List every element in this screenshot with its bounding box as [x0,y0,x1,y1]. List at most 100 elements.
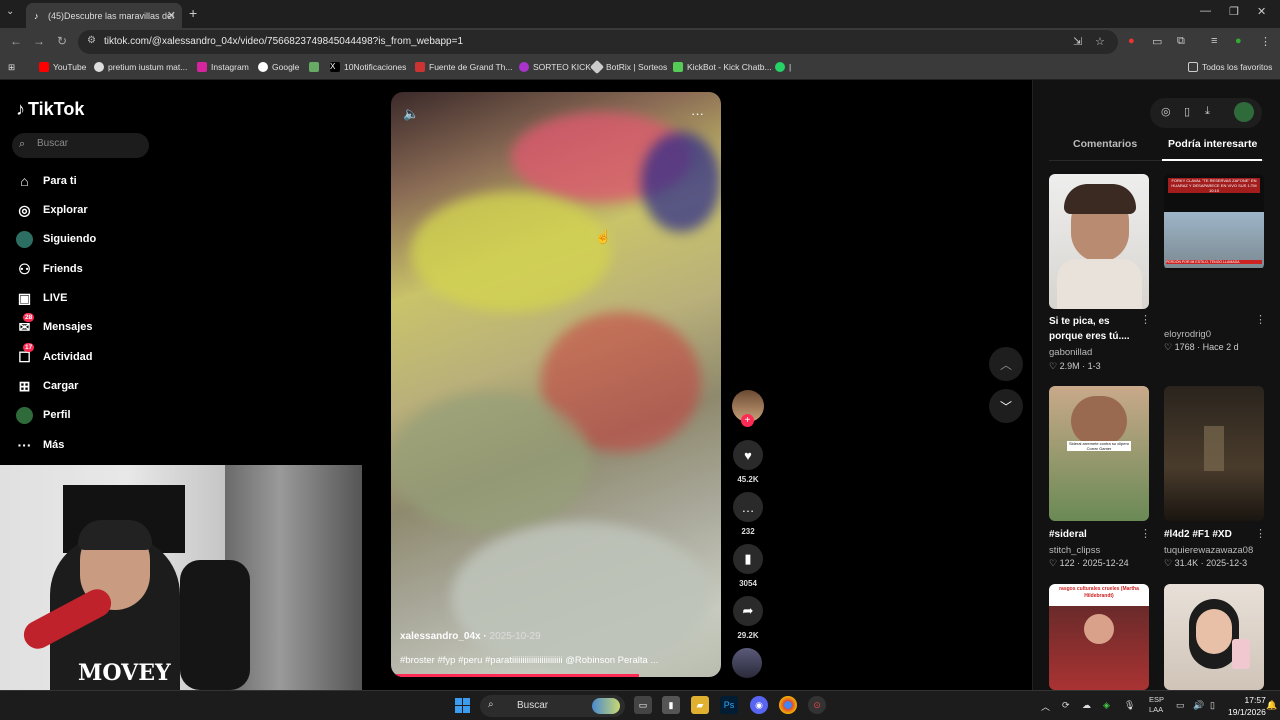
install-app-icon[interactable]: ⇲ [1073,35,1082,48]
clock[interactable]: 17:57 19/1/2026 [1228,694,1266,718]
battery-icon[interactable]: ▯ [1210,700,1215,711]
tray-expand-icon[interactable]: ︿ [1041,700,1050,713]
card-user[interactable]: stitch_clipss [1049,545,1100,556]
video-caption[interactable]: #broster #fyp #peru #paratiiiiiiiiiiiiii… [400,655,710,666]
tray-app-icon[interactable]: ⟳ [1062,700,1070,711]
extension-icon-2[interactable]: ▭ [1152,35,1162,48]
next-video-button[interactable]: ﹀ [989,389,1023,423]
volume-icon[interactable]: 🔊 [1193,700,1204,711]
creator-avatar[interactable]: + [732,390,764,427]
bookmark-grand-theft[interactable]: Fuente de Grand Th... [415,62,512,72]
card-thumbnail[interactable] [1164,584,1264,690]
task-view-icon[interactable]: ▭ [634,696,652,714]
bookmark-instagram[interactable]: Instagram [197,62,249,72]
card-more-icon[interactable]: ⋮ [1140,527,1151,540]
compass-icon[interactable]: ◎ [1161,105,1171,118]
card-thumbnail[interactable]: Sideral arremete contra su clipero Corra… [1049,386,1149,521]
bookmark-sorteo-kick[interactable]: SORTEO KICK [519,62,591,72]
close-window-icon[interactable]: ✕ [1257,5,1266,18]
reload-icon[interactable]: ↻ [57,34,67,48]
bookmark-google[interactable]: Google [258,62,299,72]
file-explorer-icon[interactable]: ▰ [691,696,709,714]
share-button[interactable]: ➦ 29.2K [732,596,764,640]
card-thumbnail[interactable]: FORKY CLAVAL "TE RESERVAS ZAFONE" EN HUA… [1164,174,1264,270]
card-thumbnail[interactable] [1164,386,1264,521]
video-options-icon[interactable]: ··· [691,106,704,121]
minimize-icon[interactable]: — [1200,5,1211,17]
all-bookmarks[interactable]: Todos los favoritos [1188,62,1272,72]
card-title[interactable]: Si te pica, es porque eres tú.... [1049,314,1139,344]
nav-friends[interactable]: ⚇ Friends [16,258,83,280]
apps-grid-icon[interactable]: ⊞ [8,62,15,73]
sound-disc[interactable] [732,648,762,678]
card-user[interactable]: gabonillad [1049,347,1092,358]
like-button[interactable]: ♥ 45.2K [732,440,764,484]
tray-app-icon[interactable]: ◈ [1103,700,1110,711]
tray-app-icon[interactable]: ☁ [1082,700,1091,711]
video-author[interactable]: xalessandro_04x [400,631,481,642]
nav-live[interactable]: ▣ LIVE [16,287,68,309]
nav-perfil[interactable]: Perfil [16,404,71,426]
nav-cargar[interactable]: ⊞ Cargar [16,375,79,397]
bookmark-whatsapp[interactable]: | [775,62,791,72]
back-icon[interactable]: ← [10,34,22,48]
url-field[interactable]: ⚙ tiktok.com/@xalessandro_04x/video/7566… [78,30,1118,54]
tiktok-logo[interactable]: ♪ TikTok [16,99,84,120]
previous-video-button[interactable]: ︿ [989,347,1023,381]
language-indicator[interactable]: ESP LAA [1149,695,1164,715]
card-thumbnail[interactable] [1049,174,1149,309]
nav-mensajes[interactable]: ✉ 28 Mensajes [16,312,93,338]
tab-podria-interesarte[interactable]: Podría interesarte [1168,138,1257,150]
card-title[interactable]: #l4d2 #F1 #XD [1164,527,1254,542]
discord-icon[interactable]: ◉ [750,696,768,714]
card-thumbnail[interactable]: rasgos culturales crueles (Martha Hildeb… [1049,584,1149,690]
bookmark-youtube[interactable]: YouTube [39,62,86,72]
nav-actividad[interactable]: ☐ 17 Actividad [16,342,93,368]
close-tab-icon[interactable]: ✕ [167,9,176,22]
site-info-icon[interactable]: ⚙ [87,35,96,46]
bookmark-star-icon[interactable]: ☆ [1095,35,1105,48]
new-tab-icon[interactable]: + [189,5,197,21]
card-more-icon[interactable]: ⋮ [1255,313,1266,326]
card-more-icon[interactable]: ⋮ [1140,313,1151,326]
nav-mas[interactable]: ··· Más [16,434,65,456]
bookmark-kickbot[interactable]: KickBot - Kick Chatb... [673,62,772,72]
forward-icon[interactable]: → [33,34,45,48]
nav-para-ti[interactable]: ⌂ Para ti [16,170,76,192]
follow-plus-icon[interactable]: + [741,414,754,427]
bookmark-notificaciones[interactable]: X 10Notificaciones [330,62,406,72]
windows-start-icon[interactable] [455,698,470,713]
photoshop-icon[interactable]: Ps [720,696,738,714]
phone-icon[interactable]: ▯ [1184,105,1190,118]
chrome-icon[interactable] [779,696,797,714]
comment-button[interactable]: … 232 [732,492,764,536]
microphone-icon[interactable]: 🎙 [1124,700,1135,711]
profile-avatar-icon[interactable]: ● [1235,35,1242,47]
bookmark-pretium[interactable]: pretium iustum mat... [94,62,187,72]
app-icon[interactable]: ⊙ [808,696,826,714]
mute-icon[interactable]: 🔈 [403,106,419,122]
nav-explorar[interactable]: ◎ Explorar [16,199,87,221]
browser-menu-icon[interactable]: ⋮ [1260,35,1271,48]
nav-siguiendo[interactable]: Siguiendo [16,228,96,250]
bookmark-botrix[interactable]: BotRix | Sorteos [589,59,667,75]
extensions-puzzle-icon[interactable]: ⧉ [1177,35,1185,48]
search-input[interactable] [37,138,137,149]
file-app-icon[interactable]: ▮ [662,696,680,714]
card-user[interactable]: tuquierewazawaza08 [1164,545,1253,556]
card-user[interactable]: eloyrodrig0 [1164,329,1211,340]
save-button[interactable]: ▮ 3054 [732,544,764,588]
download-icon[interactable]: ⤓ [1205,105,1210,118]
user-avatar[interactable] [1234,102,1254,122]
card-more-icon[interactable]: ⋮ [1255,527,1266,540]
video-progress-bar[interactable] [391,674,639,677]
card-title[interactable]: #sideral [1049,527,1139,542]
tab-comentarios[interactable]: Comentarios [1073,138,1137,150]
notification-icon[interactable]: 🔔 [1266,700,1277,711]
bookmark-generic[interactable] [309,62,323,72]
tab-list-icon[interactable]: ⌄ [6,6,14,17]
maximize-icon[interactable]: ❐ [1229,5,1239,18]
video-player[interactable]: 🔈 ··· xalessandro_04x · 2025-10-29 #bros… [391,92,721,677]
taskbar-search[interactable]: ⌕ Buscar [480,695,625,717]
extension-icon[interactable]: ● [1128,35,1135,47]
